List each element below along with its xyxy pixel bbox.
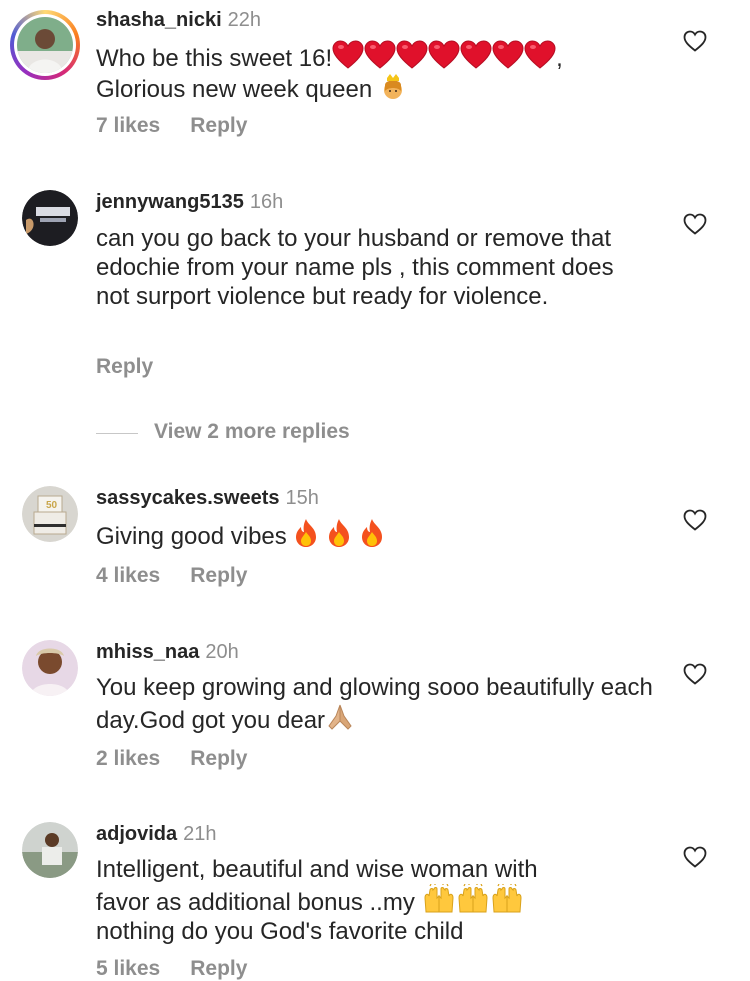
comment-text-line: Who be this sweet 16! bbox=[96, 45, 333, 72]
reply-button[interactable]: Reply bbox=[190, 114, 247, 137]
red-heart-emoji bbox=[396, 40, 428, 70]
heart-outline-icon[interactable] bbox=[683, 30, 707, 52]
avatar-image bbox=[22, 640, 78, 696]
comment-time: 15h bbox=[285, 487, 319, 509]
reply-button[interactable]: Reply bbox=[190, 564, 247, 587]
avatar[interactable] bbox=[10, 10, 80, 80]
comment-text: Giving good vibes bbox=[96, 518, 656, 551]
comment-meta: mhiss_naa 20h bbox=[96, 640, 239, 664]
comment-text-line: nothing do you God's favorite child bbox=[96, 918, 464, 945]
fire-emoji bbox=[359, 518, 385, 548]
comment-text-line: Glorious new week queen bbox=[96, 76, 373, 103]
avatar-image: 50 bbox=[22, 486, 78, 542]
folded-hands-emoji bbox=[325, 702, 355, 732]
likes-count[interactable]: 5 likes bbox=[96, 957, 160, 980]
reply-button[interactable]: Reply bbox=[190, 747, 247, 770]
heart-outline-icon[interactable] bbox=[683, 509, 707, 531]
raising-hands-emoji bbox=[490, 884, 524, 914]
likes-count[interactable]: 7 likes bbox=[96, 114, 160, 137]
divider-line bbox=[96, 433, 138, 434]
username[interactable]: adjovida bbox=[96, 823, 177, 845]
avatar[interactable] bbox=[22, 190, 78, 246]
raising-hands-emoji bbox=[456, 884, 490, 914]
username[interactable]: mhiss_naa bbox=[96, 641, 199, 663]
comment-text: can you go back to your husband or remov… bbox=[96, 225, 614, 310]
heart-outline-icon[interactable] bbox=[683, 663, 707, 685]
svg-text:50: 50 bbox=[46, 500, 58, 511]
comment-actions: 4 likes Reply bbox=[96, 564, 277, 588]
comment-actions: 5 likes Reply bbox=[96, 957, 277, 981]
avatar[interactable] bbox=[22, 822, 78, 878]
heart-outline-icon[interactable] bbox=[683, 846, 707, 868]
comment-text-line: favor as additional bonus ..my bbox=[96, 889, 415, 916]
raising-hands-emoji bbox=[422, 884, 456, 914]
red-heart-emoji bbox=[428, 40, 460, 70]
likes-count[interactable]: 4 likes bbox=[96, 564, 160, 587]
comment-time: 16h bbox=[249, 191, 284, 213]
red-heart-emoji bbox=[492, 40, 524, 70]
comment-actions: Reply bbox=[96, 355, 183, 379]
red-heart-emoji bbox=[524, 40, 556, 70]
heart-outline-icon[interactable] bbox=[683, 213, 707, 235]
comment-time: 22h bbox=[227, 9, 261, 31]
red-heart-emoji bbox=[460, 40, 492, 70]
comment-text: Intelligent, beautiful and wise woman wi… bbox=[96, 855, 656, 946]
username[interactable]: shasha_nicki bbox=[96, 9, 222, 31]
comment-text: You keep growing and glowing sooo beauti… bbox=[96, 673, 656, 735]
comment-text-line: Intelligent, beautiful and wise woman wi… bbox=[96, 856, 538, 883]
avatar[interactable]: 50 bbox=[22, 486, 78, 542]
comment-meta: sassycakes.sweets 15h bbox=[96, 486, 319, 510]
reply-button[interactable]: Reply bbox=[190, 957, 247, 980]
comment-meta: shasha_nicki 22h bbox=[96, 8, 261, 32]
comment-time: 21h bbox=[183, 823, 217, 845]
fire-emoji bbox=[293, 518, 319, 548]
avatar[interactable] bbox=[22, 640, 78, 696]
reply-button[interactable]: Reply bbox=[96, 355, 153, 378]
comment-actions: 7 likes Reply bbox=[96, 114, 277, 138]
red-heart-emoji bbox=[332, 40, 364, 70]
princess-emoji bbox=[383, 74, 402, 99]
comment-text-line: Giving good vibes bbox=[96, 523, 287, 550]
avatar-image bbox=[17, 17, 73, 73]
comment-meta: jennywang5135 16h bbox=[96, 190, 283, 214]
username[interactable]: jennywang5135 bbox=[96, 191, 244, 213]
red-heart-emoji bbox=[364, 40, 396, 70]
comment-text: Who be this sweet 16!, Glorious new week… bbox=[96, 40, 656, 104]
comment-meta: adjovida 21h bbox=[96, 822, 217, 846]
comment-text-line: You keep growing and glowing sooo beauti… bbox=[96, 674, 653, 734]
comment-time: 20h bbox=[205, 641, 239, 663]
username[interactable]: sassycakes.sweets bbox=[96, 487, 280, 509]
avatar-image bbox=[22, 822, 78, 878]
comment-actions: 2 likes Reply bbox=[96, 747, 277, 771]
view-more-replies-label[interactable]: View 2 more replies bbox=[154, 420, 350, 444]
avatar-image bbox=[22, 190, 78, 246]
comment-text-tail: , bbox=[556, 45, 563, 72]
fire-emoji bbox=[326, 518, 352, 548]
likes-count[interactable]: 2 likes bbox=[96, 747, 160, 770]
